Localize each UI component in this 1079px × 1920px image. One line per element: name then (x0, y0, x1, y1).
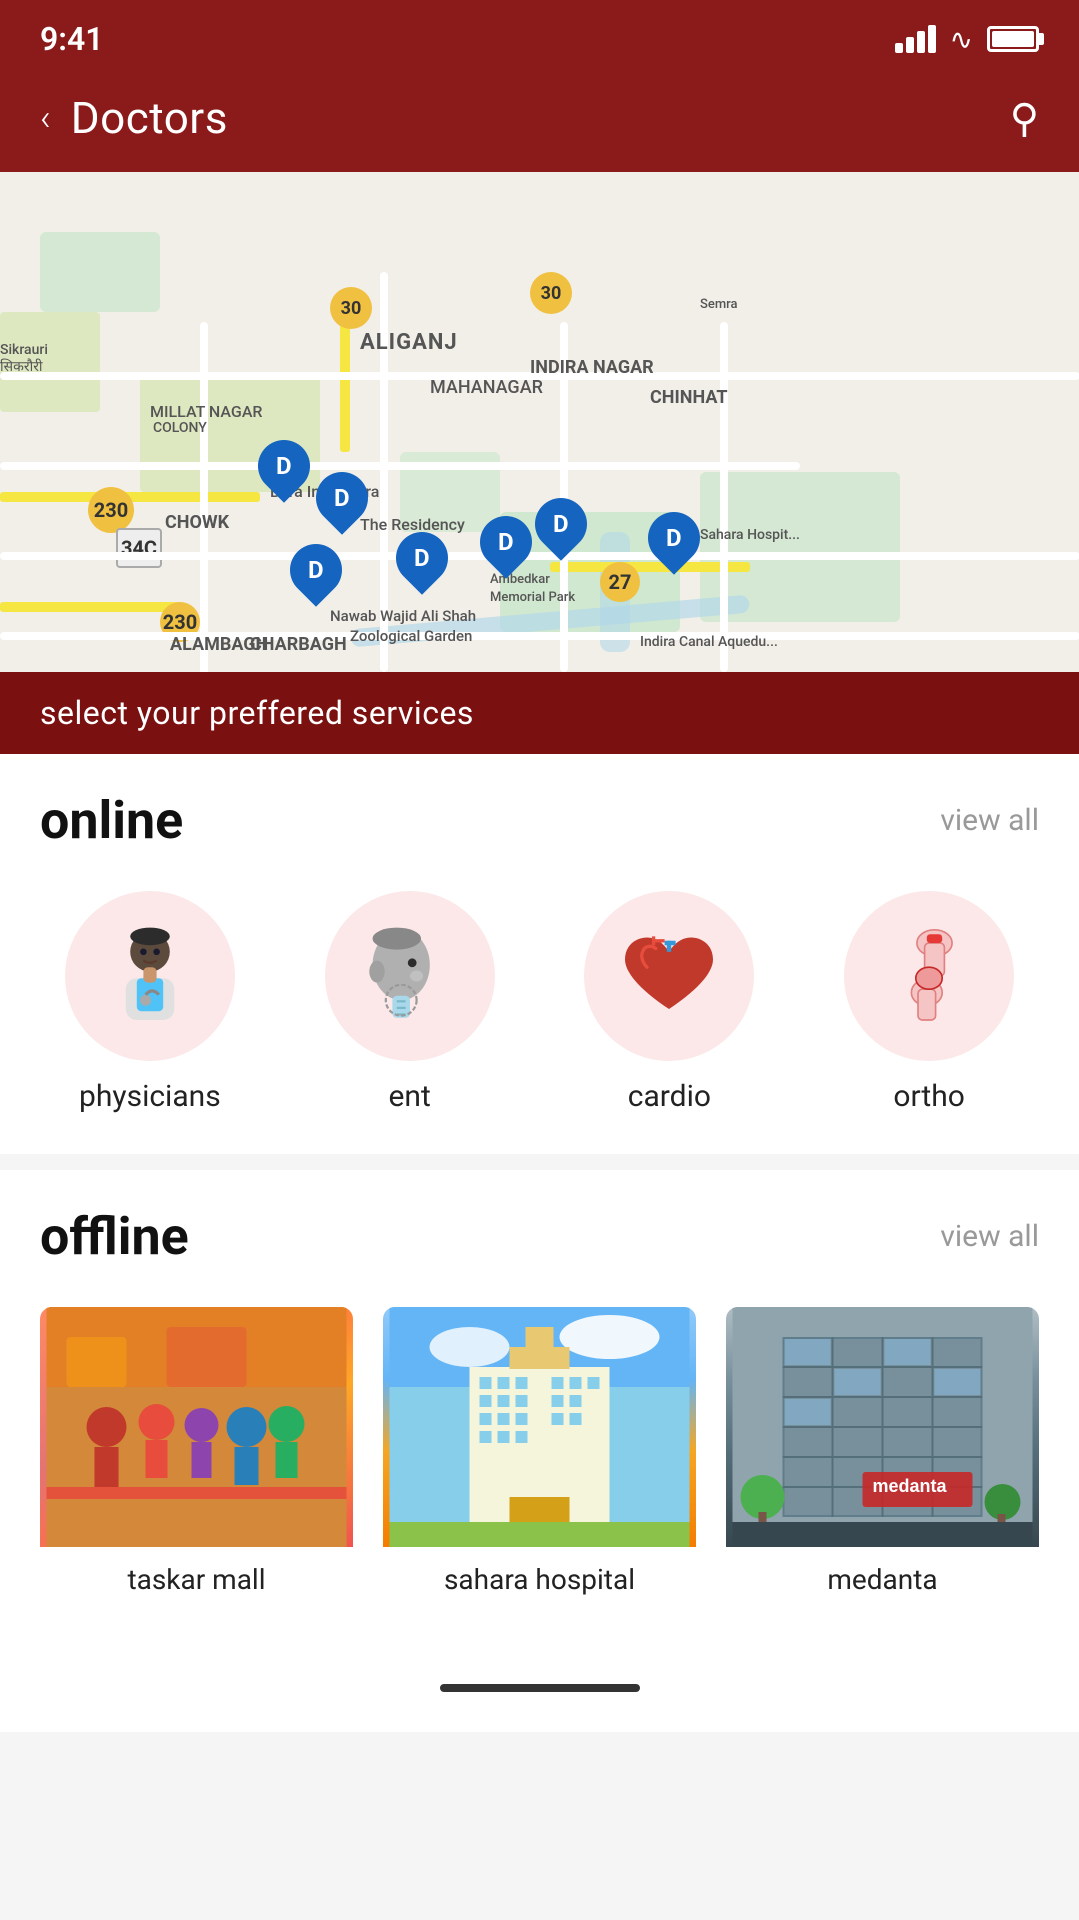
hospital-taskar-image (40, 1307, 353, 1547)
offline-section: offline view all (0, 1170, 1079, 1644)
map-pin-7[interactable]: D (648, 512, 700, 574)
ent-label: ent (388, 1079, 430, 1114)
bottom-area (0, 1644, 1079, 1732)
hospital-medanta-name: medanta (726, 1547, 1039, 1604)
map-container[interactable]: 230 230 27 30 30 34C ALIGANJ MAHANAGAR C… (0, 172, 1079, 672)
wifi-icon: ∿ (950, 23, 973, 56)
service-ent[interactable]: ent (300, 891, 520, 1114)
cardio-label: cardio (628, 1079, 711, 1114)
map-pin-1[interactable]: D (258, 440, 310, 502)
signal-icon (895, 25, 936, 53)
battery-icon (987, 26, 1039, 52)
map-label-mahanagar: MAHANAGAR (430, 377, 543, 398)
hospital-taskar-name: taskar mall (40, 1547, 353, 1604)
service-physicians[interactable]: physicians (40, 891, 260, 1114)
map-background: 230 230 27 30 30 34C ALIGANJ MAHANAGAR C… (0, 172, 1079, 672)
map-label-chowk: CHOWK (165, 512, 229, 533)
map-label-sikrauri2: सिकरौरी (0, 357, 43, 376)
hospital-sahara-name: sahara hospital (383, 1547, 696, 1604)
svg-text:medanta: medanta (873, 1476, 948, 1496)
hospitals-grid: taskar mall (40, 1307, 1039, 1604)
map-pin-5[interactable]: D (480, 516, 532, 578)
offline-view-all[interactable]: view all (940, 1219, 1039, 1254)
map-label-zoo2: Zoological Garden (350, 627, 472, 645)
map-label-sikrauri: Sikrauri (0, 342, 48, 358)
online-section: online view all (0, 754, 1079, 1154)
map-pin-4[interactable]: D (396, 532, 448, 594)
service-ortho[interactable]: ortho (819, 891, 1039, 1114)
map-label-millat: MILLAT NAGAR (150, 402, 263, 421)
header: ‹ Doctors ⚲ (0, 72, 1079, 172)
status-bar: 9:41 ∿ (0, 0, 1079, 72)
map-label-sahara: Sahara Hospit... (700, 527, 800, 543)
status-icons: ∿ (895, 23, 1039, 56)
map-label-colony: COLONY (153, 420, 207, 436)
hospital-medanta[interactable]: medanta medanta (726, 1307, 1039, 1604)
ortho-icon-circle (844, 891, 1014, 1061)
online-section-header: online view all (40, 790, 1039, 851)
map-pin-2[interactable]: D (316, 472, 368, 534)
map-pin-6[interactable]: D (535, 498, 587, 560)
map-label-charbagh: CHARBAGH (250, 634, 347, 655)
online-view-all[interactable]: view all (940, 803, 1039, 838)
map-label-indiranagar: INDIRA NAGAR (530, 357, 654, 378)
bottom-indicator (440, 1684, 640, 1692)
online-services-grid: physicians (40, 891, 1039, 1114)
offline-title: offline (40, 1206, 189, 1267)
map-label-semra: Semra (700, 297, 738, 312)
offline-section-header: offline view all (40, 1206, 1039, 1267)
map-label-zoo: Nawab Wajid Ali Shah (330, 607, 476, 625)
hospital-sahara[interactable]: sahara hospital (383, 1307, 696, 1604)
service-banner: select your preffered services (0, 672, 1079, 754)
map-pin-3[interactable]: D (290, 544, 342, 606)
ent-icon-circle (325, 891, 495, 1061)
physician-label: physicians (79, 1079, 221, 1114)
map-label-aliganj: ALIGANJ (360, 330, 458, 355)
map-label-memorial: Memorial Park (490, 590, 575, 605)
ortho-label: ortho (893, 1079, 964, 1114)
back-button[interactable]: ‹ (40, 97, 51, 139)
header-left: ‹ Doctors (40, 92, 228, 144)
map-label-chinhat: CHINHAT (650, 387, 728, 408)
hospital-sahara-image (383, 1307, 696, 1547)
online-title: online (40, 790, 183, 851)
service-cardio[interactable]: cardio (560, 891, 780, 1114)
cardio-icon-circle (584, 891, 754, 1061)
page-title: Doctors (71, 92, 228, 144)
physician-icon-circle (65, 891, 235, 1061)
hospital-medanta-image: medanta (726, 1307, 1039, 1547)
search-icon[interactable]: ⚲ (1010, 95, 1039, 142)
map-label-canal: Indira Canal Aquedu... (640, 634, 778, 650)
status-time: 9:41 (40, 20, 104, 58)
hospital-taskar[interactable]: taskar mall (40, 1307, 353, 1604)
